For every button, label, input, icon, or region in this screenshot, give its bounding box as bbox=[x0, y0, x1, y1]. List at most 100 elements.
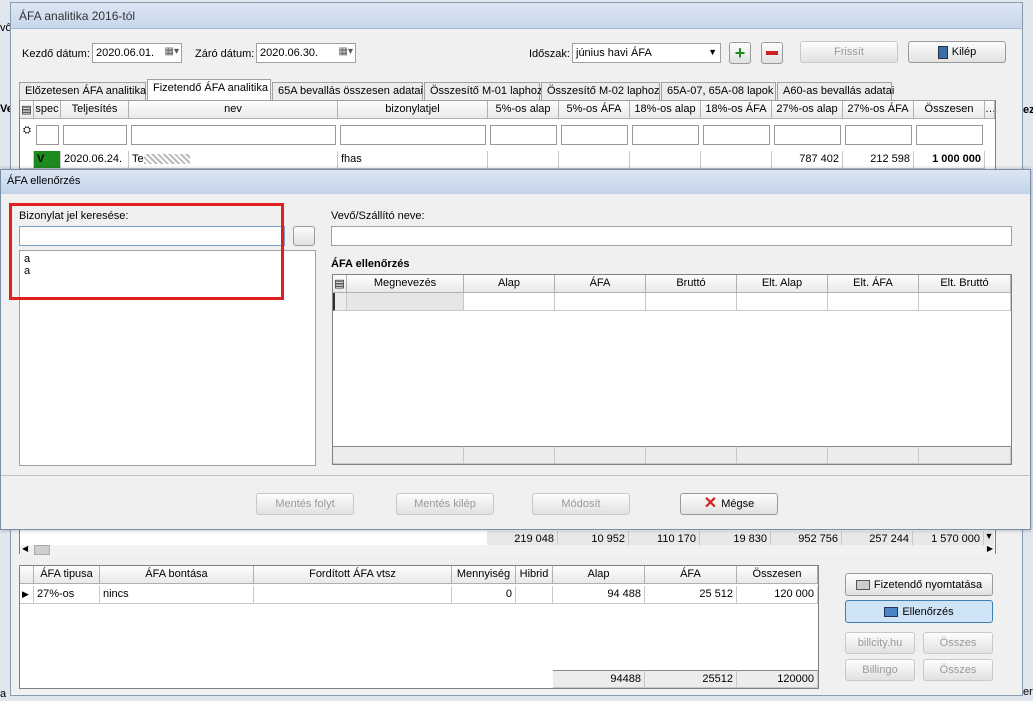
add-button[interactable]: + bbox=[729, 42, 751, 64]
table-row[interactable]: ▶ 27%-os nincs 0 94 488 25 512 120 000 bbox=[20, 586, 818, 604]
save-continue-button[interactable]: Mentés folyt bbox=[256, 493, 354, 515]
grid-menu-icon[interactable]: ▤ bbox=[20, 101, 34, 119]
tab-m02[interactable]: Összesítő M-02 laphoz bbox=[541, 82, 660, 100]
filter-18-alap[interactable] bbox=[632, 125, 699, 145]
header-5-afa[interactable]: 5%-os ÁFA bbox=[559, 101, 630, 119]
cell-teljesites[interactable]: 2020.06.24. bbox=[61, 151, 129, 169]
cell-27-alap[interactable]: 787 402 bbox=[772, 151, 843, 169]
header-check-afa[interactable]: ÁFA bbox=[555, 275, 646, 293]
header-osszesen[interactable]: Összesen bbox=[914, 101, 985, 119]
cell-hibrid[interactable] bbox=[516, 586, 553, 604]
cell-afa-tipusa[interactable]: 27%-os bbox=[34, 586, 100, 604]
search-result-list[interactable]: a a bbox=[19, 250, 316, 466]
vendor-field[interactable] bbox=[331, 226, 1012, 246]
calendar-icon[interactable]: ▦▾ bbox=[339, 46, 353, 57]
print-button[interactable]: Fizetendő nyomtatása bbox=[845, 573, 993, 596]
header-18-afa[interactable]: 18%-os ÁFA bbox=[701, 101, 772, 119]
list-item[interactable]: a bbox=[24, 253, 311, 265]
cancel-button[interactable]: ✕ Mégse bbox=[680, 493, 778, 515]
header-5-alap[interactable]: 5%-os alap bbox=[488, 101, 559, 119]
tab-65a-osszesen[interactable]: 65A bevallás összesen adatai bbox=[272, 82, 423, 100]
tab-65a07[interactable]: 65A-07, 65A-08 lapok bbox=[661, 82, 776, 100]
scroll-left-icon[interactable]: ◀ bbox=[22, 544, 28, 553]
cell-nev[interactable]: Te bbox=[129, 151, 338, 169]
cell-27-afa[interactable]: 212 598 bbox=[843, 151, 914, 169]
calendar-icon[interactable]: ▦▾ bbox=[165, 46, 179, 57]
cell-bizonylatjel[interactable]: fhas bbox=[338, 151, 488, 169]
cell-spec[interactable]: V bbox=[34, 151, 61, 169]
header-elt-brutto[interactable]: Elt. Bruttó bbox=[919, 275, 1011, 293]
header-afa-bontasa[interactable]: ÁFA bontása bbox=[100, 566, 254, 584]
header-mennyiseg[interactable]: Mennyiség bbox=[452, 566, 516, 584]
header-elt-alap[interactable]: Elt. Alap bbox=[737, 275, 828, 293]
scroll-right-icon[interactable]: ▶ bbox=[987, 544, 993, 553]
all-button-1[interactable]: Összes bbox=[923, 632, 993, 654]
header-nev[interactable]: nev bbox=[129, 101, 338, 119]
tab-elozetes[interactable]: Előzetesen ÁFA analitika bbox=[19, 82, 146, 100]
table-row[interactable]: V 2020.06.24. Te fhas 787 402 212 598 1 … bbox=[20, 151, 985, 169]
horizontal-scrollbar[interactable]: ◀ ▶ bbox=[20, 544, 995, 555]
filter-27-alap[interactable] bbox=[774, 125, 841, 145]
header-check-alap[interactable]: Alap bbox=[464, 275, 555, 293]
cell-5-alap[interactable] bbox=[488, 151, 559, 169]
billcity-button[interactable]: billcity.hu bbox=[845, 632, 915, 654]
end-date-field[interactable]: 2020.06.30. ▦▾ bbox=[256, 43, 356, 63]
cell-forditott[interactable] bbox=[254, 586, 452, 604]
tab-fizetendo[interactable]: Fizetendő ÁFA analitika bbox=[147, 79, 271, 100]
filter-bizonylatjel[interactable] bbox=[340, 125, 486, 145]
header-18-alap[interactable]: 18%-os alap bbox=[630, 101, 701, 119]
start-date-field[interactable]: 2020.06.01. ▦▾ bbox=[92, 43, 182, 63]
header-alap[interactable]: Alap bbox=[553, 566, 645, 584]
search-button[interactable] bbox=[293, 226, 315, 246]
cell-elt-afa[interactable] bbox=[828, 293, 919, 311]
header-27-afa[interactable]: 27%-os ÁFA bbox=[843, 101, 914, 119]
header-forditott[interactable]: Fordított ÁFA vtsz bbox=[254, 566, 452, 584]
header-osszesen-bottom[interactable]: Összesen bbox=[737, 566, 818, 584]
header-27-alap[interactable]: 27%-os alap bbox=[772, 101, 843, 119]
tab-a60[interactable]: A60-as bevallás adatai bbox=[777, 82, 894, 100]
header-hibrid[interactable]: Hibrid bbox=[516, 566, 553, 584]
refresh-button[interactable]: Frissít bbox=[800, 41, 898, 63]
cell-5-afa[interactable] bbox=[559, 151, 630, 169]
grid-menu-icon[interactable]: ▤ bbox=[333, 275, 347, 293]
header-spec[interactable]: spec bbox=[34, 101, 61, 119]
cell-osszesen-bottom[interactable]: 120 000 bbox=[737, 586, 818, 604]
period-select[interactable]: június havi ÁFA ▼ bbox=[572, 43, 721, 63]
filter-osszesen[interactable] bbox=[916, 125, 983, 145]
cell-18-afa[interactable] bbox=[701, 151, 772, 169]
filter-5-alap[interactable] bbox=[490, 125, 557, 145]
cell-mennyiseg[interactable]: 0 bbox=[452, 586, 516, 604]
modify-button[interactable]: Módosít bbox=[532, 493, 630, 515]
cell-check-afa[interactable] bbox=[555, 293, 646, 311]
cell-megnevezes[interactable] bbox=[347, 293, 464, 311]
filter-nev[interactable] bbox=[131, 125, 336, 145]
save-exit-button[interactable]: Mentés kilép bbox=[396, 493, 494, 515]
remove-button[interactable] bbox=[761, 42, 783, 64]
header-bizonylatjel[interactable]: bizonylatjel bbox=[338, 101, 488, 119]
cell-afa[interactable]: 25 512 bbox=[645, 586, 737, 604]
table-row[interactable] bbox=[333, 293, 1011, 311]
cell-check-alap[interactable] bbox=[464, 293, 555, 311]
header-megnevezes[interactable]: Megnevezés bbox=[347, 275, 464, 293]
filter-spec[interactable] bbox=[36, 125, 59, 145]
cell-check-brutto[interactable] bbox=[646, 293, 737, 311]
header-elt-afa[interactable]: Elt. ÁFA bbox=[828, 275, 919, 293]
header-afa-tipusa[interactable]: ÁFA tipusa bbox=[34, 566, 100, 584]
list-item[interactable]: a bbox=[24, 265, 311, 277]
filter-teljesites[interactable] bbox=[63, 125, 127, 145]
cell-afa-bontasa[interactable]: nincs bbox=[100, 586, 254, 604]
scroll-thumb[interactable] bbox=[34, 545, 50, 555]
tab-m01[interactable]: Összesítő M-01 laphoz bbox=[424, 82, 543, 100]
cell-elt-alap[interactable] bbox=[737, 293, 828, 311]
billingo-button[interactable]: Billingo bbox=[845, 659, 915, 681]
filter-27-afa[interactable] bbox=[845, 125, 912, 145]
cell-elt-brutto[interactable] bbox=[919, 293, 1011, 311]
search-input[interactable] bbox=[19, 226, 285, 246]
exit-button[interactable]: Kilép bbox=[908, 41, 1006, 63]
filter-18-afa[interactable] bbox=[703, 125, 770, 145]
header-check-brutto[interactable]: Bruttó bbox=[646, 275, 737, 293]
all-button-2[interactable]: Összes bbox=[923, 659, 993, 681]
cell-alap[interactable]: 94 488 bbox=[553, 586, 645, 604]
header-teljesites[interactable]: Teljesítés bbox=[61, 101, 129, 119]
header-afa[interactable]: ÁFA bbox=[645, 566, 737, 584]
